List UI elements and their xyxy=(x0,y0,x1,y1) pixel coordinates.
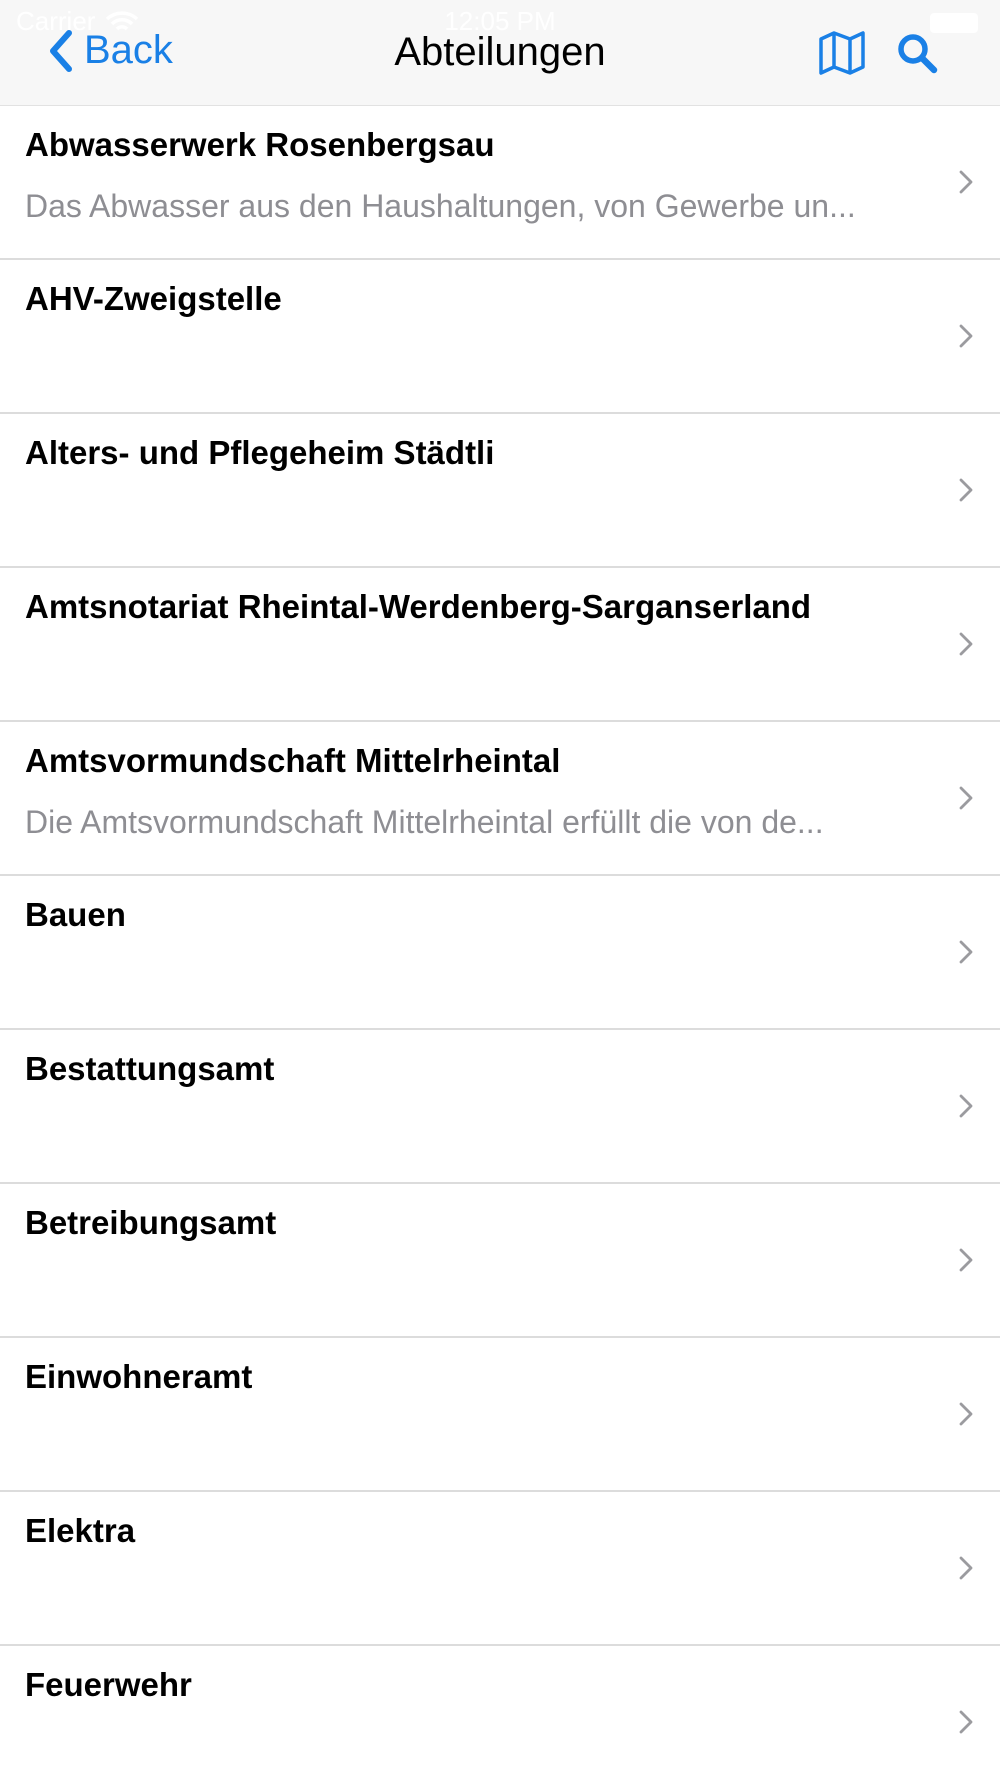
status-time: 12:05 PM xyxy=(444,6,556,36)
list-item[interactable]: Amtsnotariat Rheintal-Werdenberg-Sargans… xyxy=(0,568,1000,722)
list-item-title: Bauen xyxy=(25,896,126,933)
chevron-right-icon xyxy=(959,940,973,964)
list-item[interactable]: Amtsvormundschaft Mittelrheintal Die Amts… xyxy=(0,722,1000,876)
screen: Back Abteilungen Carrier 12:05 PM Abwass… xyxy=(0,0,1000,1778)
list-item-title: Betreibungsamt xyxy=(25,1204,277,1241)
list-item[interactable]: Elektra xyxy=(0,1492,1000,1646)
chevron-right-icon xyxy=(959,1710,973,1734)
list-item[interactable]: Feuerwehr xyxy=(0,1646,1000,1778)
chevron-right-icon xyxy=(959,1556,973,1580)
chevron-right-icon xyxy=(959,170,973,194)
chevron-right-icon xyxy=(959,786,973,810)
list-item[interactable]: Einwohneramt xyxy=(0,1338,1000,1492)
list-item-title: Einwohneramt xyxy=(25,1358,253,1395)
list-item-title: Elektra xyxy=(25,1512,136,1549)
chevron-right-icon xyxy=(959,1248,973,1272)
list-item-title: Bestattungsamt xyxy=(25,1050,275,1087)
chevron-right-icon xyxy=(959,1402,973,1426)
list-item-subtitle: Das Abwasser aus den Haushaltungen, von … xyxy=(25,188,856,224)
list-item[interactable]: Alters- und Pflegeheim Städtli xyxy=(0,414,1000,568)
battery-icon xyxy=(930,13,978,33)
status-bar: Carrier 12:05 PM xyxy=(0,0,1000,40)
list-item-subtitle: Die Amtsvormundschaft Mittelrheintal erf… xyxy=(25,804,824,840)
list-item[interactable]: Bauen xyxy=(0,876,1000,1030)
chevron-right-icon xyxy=(959,478,973,502)
list-item[interactable]: AHV-Zweigstelle xyxy=(0,260,1000,414)
list-item-title: Feuerwehr xyxy=(25,1666,192,1703)
list-item[interactable]: Bestattungsamt xyxy=(0,1030,1000,1184)
list-item[interactable]: Abwasserwerk Rosenbergsau Das Abwasser au… xyxy=(0,106,1000,260)
chevron-right-icon xyxy=(959,324,973,348)
chevron-right-icon xyxy=(959,1094,973,1118)
department-list: Abwasserwerk Rosenbergsau Das Abwasser au… xyxy=(0,106,1000,1778)
list-item[interactable]: Betreibungsamt xyxy=(0,1184,1000,1338)
list-item-title: AHV-Zweigstelle xyxy=(25,280,282,317)
list-item-title: Abwasserwerk Rosenbergsau xyxy=(25,126,495,163)
list-item-title: Amtsvormundschaft Mittelrheintal xyxy=(25,742,561,779)
list-item-title: Alters- und Pflegeheim Städtli xyxy=(25,434,495,471)
chevron-right-icon xyxy=(959,632,973,656)
list-item-title: Amtsnotariat Rheintal-Werdenberg-Sargans… xyxy=(25,588,812,625)
